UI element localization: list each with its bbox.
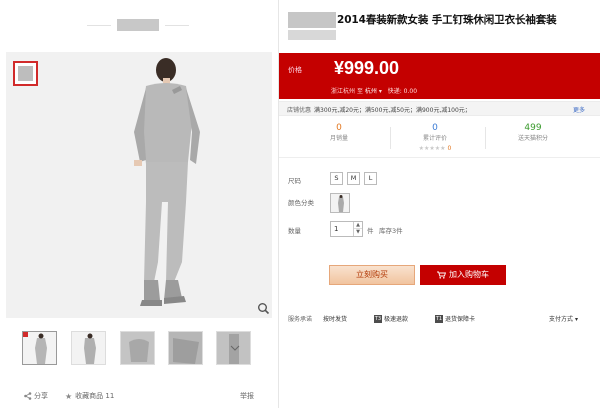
service-tag-icon: T3 <box>374 314 382 323</box>
service-text: 按时发货 <box>323 316 348 323</box>
gallery-panel: 分享 ★ 收藏商品 11 举报 <box>0 0 278 408</box>
quantity-step-buttons: ▲ ▼ <box>353 222 362 236</box>
stat-reviews[interactable]: 0 累计评价 ★★★★★ 0 <box>395 122 475 152</box>
service-label: 服务承诺 <box>288 316 313 323</box>
quantity-stepper[interactable]: 1 ▲ ▼ <box>330 221 363 237</box>
stat-points: 499 送天猫积分 <box>493 122 573 144</box>
shipping-info: 浙江杭州 至 杭州 ▾ 快递: 0.00 <box>331 86 417 95</box>
payment-label: 支付方式 <box>549 316 574 323</box>
add-to-cart-label: 加入购物车 <box>449 270 489 279</box>
stat-monthly-sales: 0 月销量 <box>299 122 379 144</box>
thumbnail-4[interactable] <box>168 331 203 365</box>
stock-count: 库存3件 <box>379 227 403 235</box>
quantity-input[interactable]: 1 <box>334 225 338 233</box>
service-text: 退货保障卡 <box>445 316 476 323</box>
buy-now-button[interactable]: 立刻购买 <box>329 265 415 285</box>
thumbnail-3[interactable] <box>120 331 155 365</box>
promo-bar: 店铺优惠 满300元,减20元；满500元,减50元；满900元,减100元； … <box>279 101 600 116</box>
chevron-down-icon: ▾ <box>378 88 382 95</box>
service-fast-refund[interactable]: T3 极速退款 <box>374 314 408 323</box>
promo-label: 店铺优惠 <box>287 107 312 114</box>
stat-label: 累计评价 <box>422 135 447 142</box>
service-on-time[interactable]: 按时发货 <box>323 314 347 323</box>
size-label: 尺码 <box>288 177 301 185</box>
share-button[interactable]: 分享 <box>24 391 48 401</box>
rating-row: ★★★★★ 0 <box>419 144 452 152</box>
quantity-unit: 件 <box>367 227 374 235</box>
stat-label: 月销量 <box>329 135 348 142</box>
share-icon <box>24 392 32 400</box>
thumbnail-strip <box>22 331 252 367</box>
decrement-icon[interactable]: ▼ <box>354 229 362 236</box>
size-option-s[interactable]: S <box>330 172 343 185</box>
payment-methods-dropdown[interactable]: 支付方式 ▾ <box>549 314 578 323</box>
thumbnail-5[interactable] <box>216 331 251 365</box>
share-row: 分享 ★ 收藏商品 11 举报 <box>24 391 260 403</box>
rating-value: 0 <box>447 145 452 152</box>
cart-icon <box>437 271 446 279</box>
size-option-l[interactable]: L <box>364 172 377 185</box>
favorite-label: 收藏商品 11 <box>75 392 115 400</box>
thumbnail-1[interactable] <box>22 331 57 365</box>
divider <box>87 25 111 26</box>
ship-origin: 浙江杭州 <box>331 88 356 95</box>
stat-value: 0 <box>432 123 438 133</box>
ship-to-word: 至 <box>356 88 363 95</box>
size-option-m[interactable]: M <box>347 172 360 185</box>
share-label: 分享 <box>34 392 48 400</box>
size-options: S M L <box>330 172 377 185</box>
increment-icon[interactable]: ▲ <box>354 222 362 229</box>
thumbnail-2[interactable] <box>71 331 106 365</box>
zoom-icon[interactable] <box>257 302 270 315</box>
divider <box>390 127 391 149</box>
promo-more-link[interactable]: 更多 <box>573 105 585 114</box>
stat-value: 499 <box>524 123 542 133</box>
redacted-brand <box>288 12 336 28</box>
title-row: 2014春装新款女装 手工钉珠休闲卫衣长袖套装 <box>288 12 593 40</box>
star-rating-icon: ★★★★★ <box>418 145 446 152</box>
color-label: 颜色分类 <box>288 199 314 207</box>
brand-badge <box>13 61 38 86</box>
main-product-image[interactable] <box>6 52 272 318</box>
model-figure <box>134 58 200 306</box>
service-text: 极速退款 <box>384 316 409 323</box>
service-return-card[interactable]: T1 退货保障卡 <box>435 314 475 323</box>
shop-logo[interactable] <box>117 19 159 31</box>
ship-destination-select[interactable]: 杭州 <box>365 88 377 95</box>
price-box: 价格 ¥999.00 浙江杭州 至 杭州 ▾ 快递: 0.00 <box>279 53 600 99</box>
star-icon: ★ <box>65 391 73 401</box>
stat-value: 0 <box>336 123 342 133</box>
detail-panel: 2014春装新款女装 手工钉珠休闲卫衣长袖套装 价格 ¥999.00 浙江杭州 … <box>278 0 600 408</box>
price-value: ¥999.00 <box>334 58 400 78</box>
service-tag-icon: T1 <box>435 314 443 323</box>
stat-label: 送天猫积分 <box>517 135 548 142</box>
divider <box>165 25 189 26</box>
product-title: 2014春装新款女装 手工钉珠休闲卫衣长袖套装 <box>337 14 557 26</box>
color-option[interactable] <box>330 193 350 213</box>
stats-row: 0 月销量 0 累计评价 ★★★★★ 0 499 送天猫积分 <box>279 118 600 158</box>
price-label: 价格 <box>288 66 302 74</box>
selected-flag <box>23 332 28 337</box>
promo-items: 满300元,减20元；满500元,减50元；满900元,减100元； <box>314 107 471 114</box>
shipping-fee: 快递: 0.00 <box>387 88 418 95</box>
chevron-down-icon: ▾ <box>574 316 578 323</box>
service-row: 服务承诺 按时发货 T3 极速退款 T1 退货保障卡 支付方式 ▾ <box>279 312 600 326</box>
quantity-label: 数量 <box>288 227 301 235</box>
redacted-brand <box>288 30 336 40</box>
divider <box>485 127 486 149</box>
favorite-button[interactable]: ★ 收藏商品 11 <box>65 391 114 401</box>
add-to-cart-button[interactable]: 加入购物车 <box>420 265 506 285</box>
report-link[interactable]: 举报 <box>240 391 254 401</box>
